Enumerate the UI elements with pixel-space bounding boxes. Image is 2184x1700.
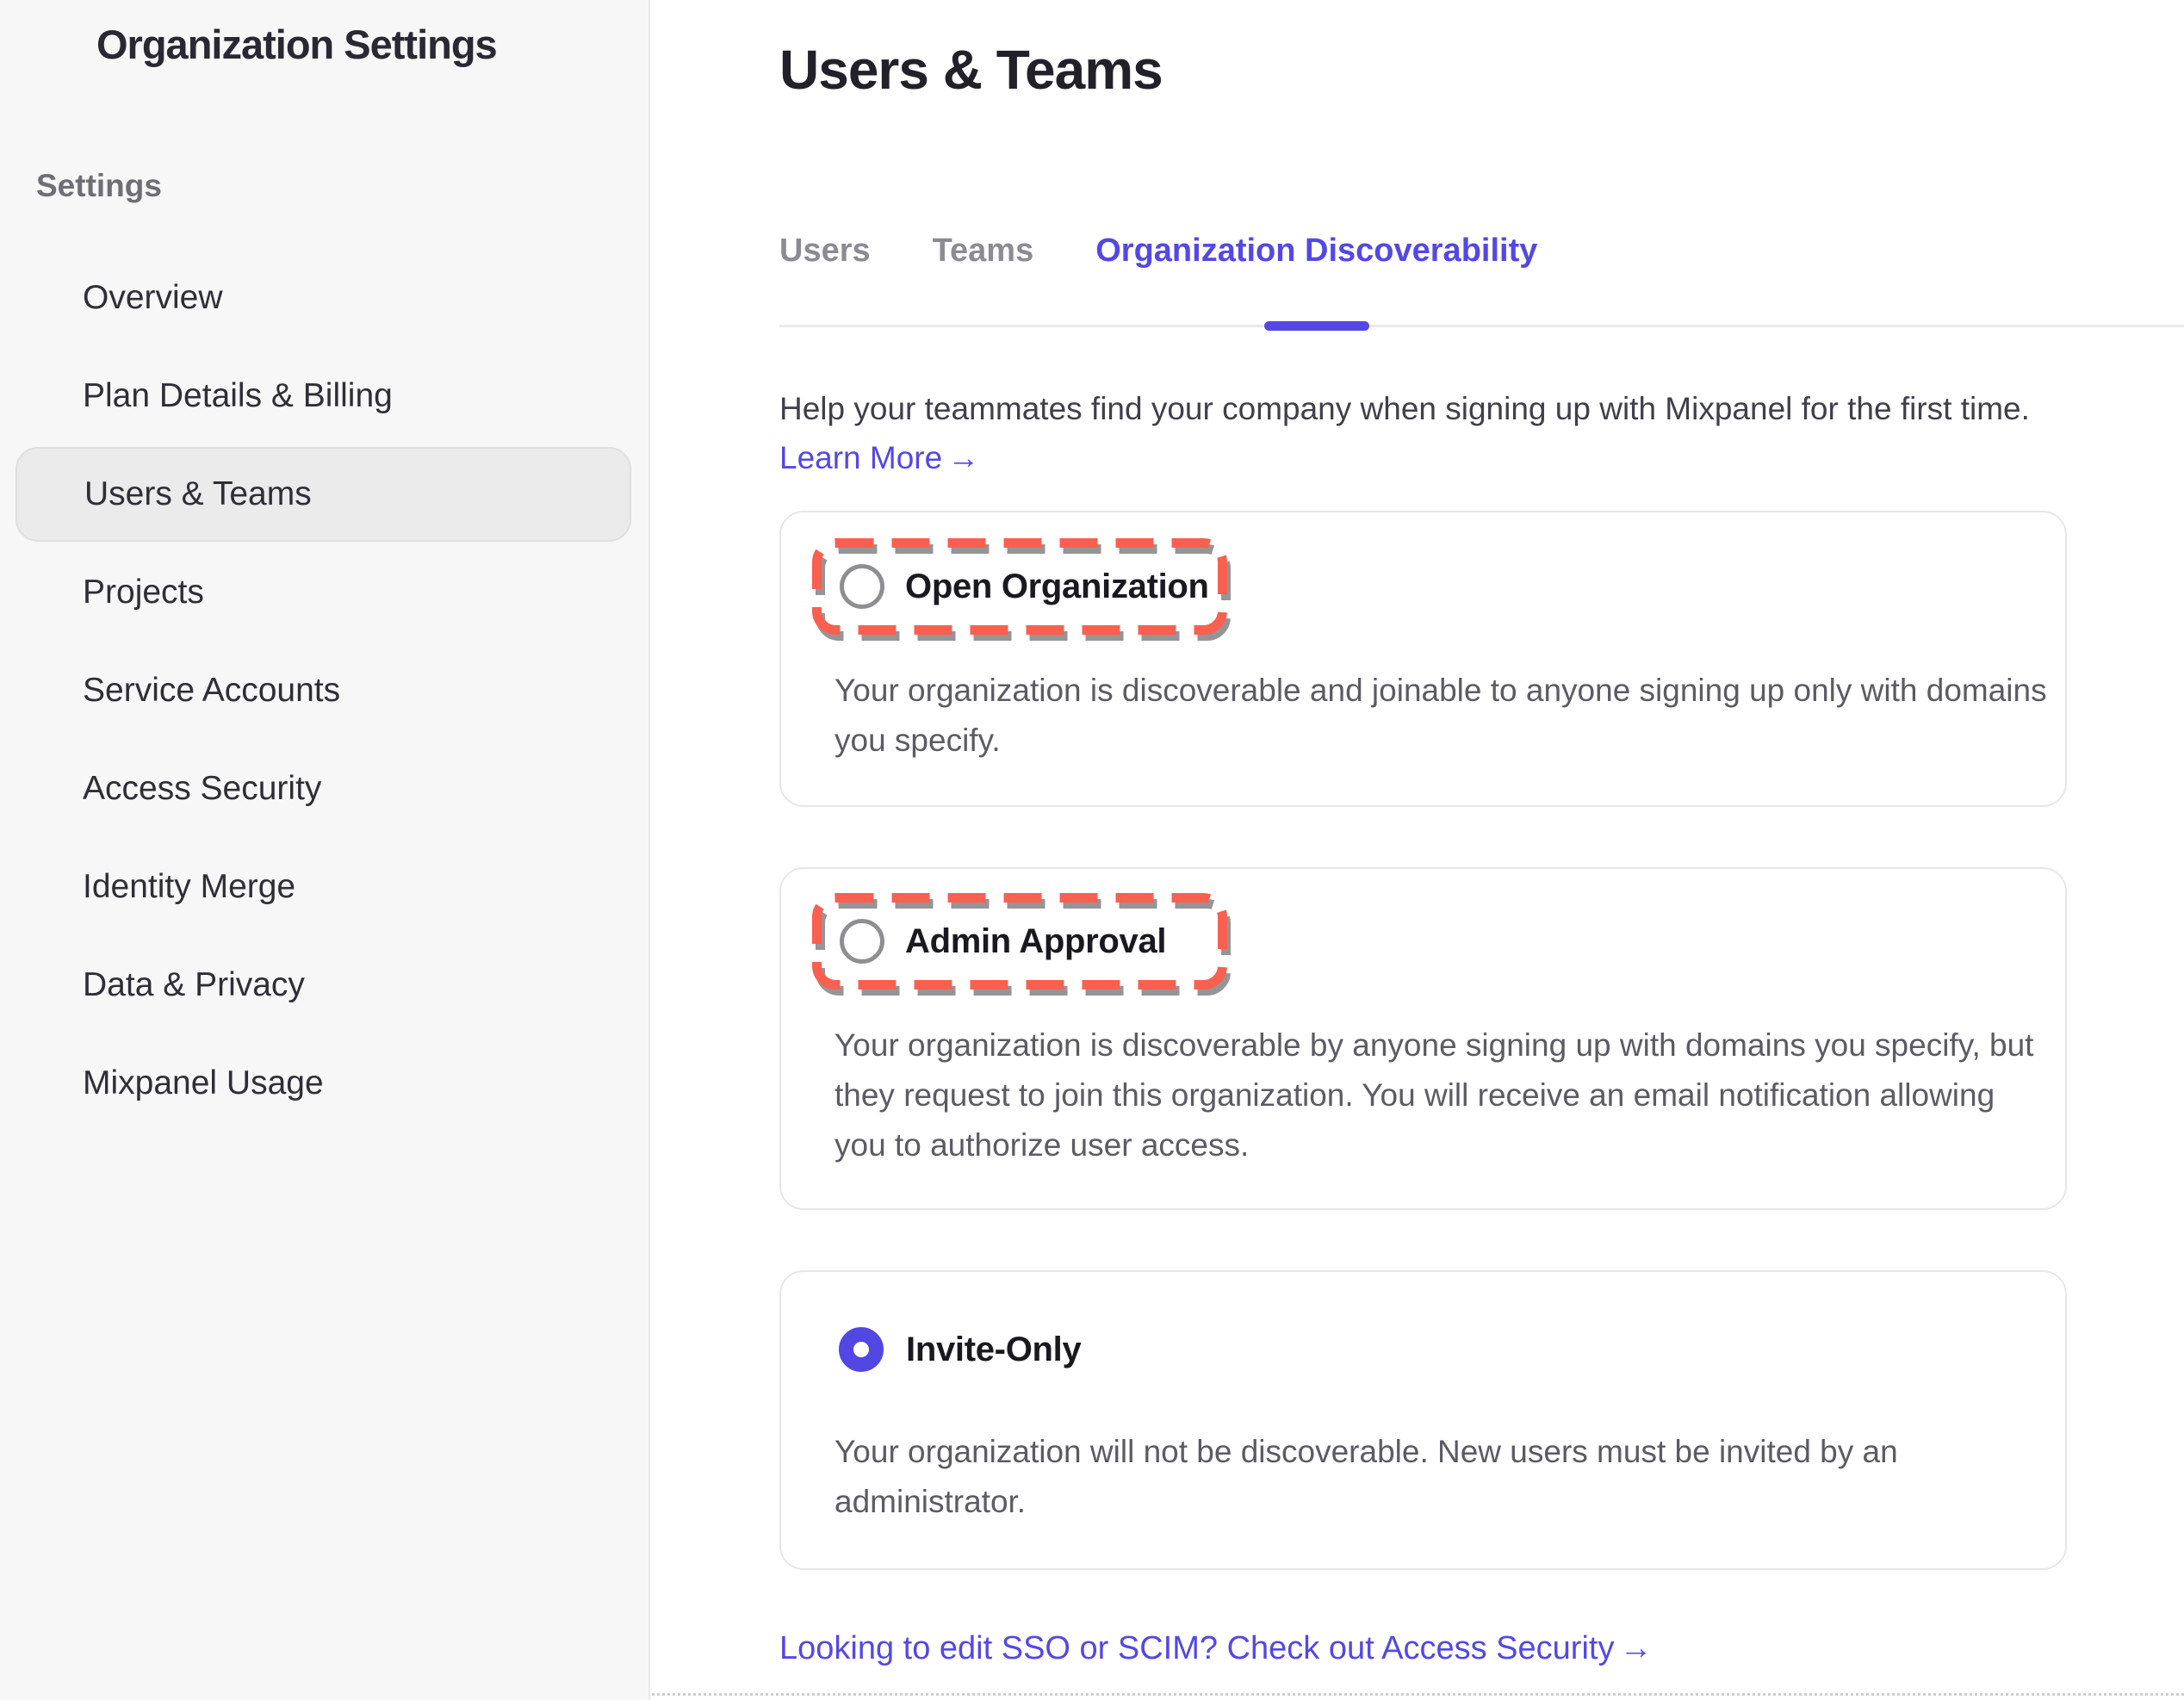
invite-only-row: Invite-Only (839, 1327, 2031, 1372)
sidebar-item-overview[interactable]: Overview (0, 249, 648, 347)
sidebar-nav: Overview Plan Details & Billing Users & … (0, 249, 648, 1132)
sidebar-item-label: Access Security (83, 770, 321, 808)
access-security-label: Looking to edit SSO or SCIM? Check out A… (779, 1630, 1614, 1666)
radio-admin-approval[interactable] (840, 919, 884, 964)
sidebar-item-label: Projects (83, 574, 204, 611)
sidebar-item-users-teams[interactable]: Users & Teams (16, 447, 631, 542)
option-description: Your organization is discoverable and jo… (835, 666, 2051, 766)
sidebar-item-label: Data & Privacy (83, 966, 305, 1004)
annotation-admin-approval: Admin Approval (812, 893, 1227, 990)
tab-users[interactable]: Users (779, 233, 871, 325)
access-security-link[interactable]: Looking to edit SSO or SCIM? Check out A… (779, 1630, 1652, 1667)
sidebar-item-service-accounts[interactable]: Service Accounts (0, 642, 648, 740)
sidebar-item-identity-merge[interactable]: Identity Merge (0, 838, 648, 936)
option-card-invite-only: Invite-Only Your organization will not b… (779, 1270, 2067, 1570)
sidebar-item-projects[interactable]: Projects (0, 543, 648, 642)
option-label: Invite-Only (906, 1331, 1081, 1369)
users-teams-content: Users & Teams Users Teams Organization D… (650, 0, 2184, 1700)
tab-teams[interactable]: Teams (933, 233, 1034, 325)
organization-settings-page: Organization Settings Settings Overview … (0, 0, 2184, 1700)
option-description: Your organization will not be discoverab… (835, 1427, 2051, 1527)
radio-invite-only[interactable] (839, 1327, 884, 1372)
tab-bar: Users Teams Organization Discoverability (779, 233, 2184, 327)
sidebar-item-label: Mixpanel Usage (83, 1064, 324, 1102)
sidebar-item-label: Identity Merge (83, 868, 295, 906)
tab-label: Users (779, 233, 871, 269)
sidebar-item-access-security[interactable]: Access Security (0, 740, 648, 838)
sidebar-item-label: Service Accounts (83, 672, 340, 710)
learn-more-label: Learn More (779, 440, 942, 475)
sidebar-item-label: Plan Details & Billing (83, 377, 393, 415)
arrow-right-icon: → (1619, 1630, 1652, 1666)
annotation-open-organization: Open Organization (812, 538, 1227, 635)
arrow-right-icon: → (947, 440, 979, 475)
tab-organization-discoverability[interactable]: Organization Discoverability (1095, 233, 1537, 325)
sidebar-title: Organization Settings (96, 21, 648, 68)
sidebar-item-mixpanel-usage[interactable]: Mixpanel Usage (0, 1034, 648, 1132)
page-title: Users & Teams (779, 36, 2184, 103)
sidebar-item-label: Overview (83, 279, 223, 317)
settings-sidebar: Organization Settings Settings Overview … (0, 0, 650, 1700)
active-tab-indicator (1264, 321, 1369, 331)
tab-label: Teams (933, 233, 1034, 269)
option-description: Your organization is discoverable by any… (835, 1021, 2051, 1170)
discoverability-intro-text: Help your teammates find your company wh… (779, 384, 2071, 433)
tab-label: Organization Discoverability (1095, 233, 1537, 269)
next-section-top-border (652, 1693, 2184, 1696)
sidebar-item-plan-details-billing[interactable]: Plan Details & Billing (0, 347, 648, 445)
option-label: Open Organization (905, 568, 1209, 606)
option-label: Admin Approval (905, 922, 1166, 961)
sidebar-item-label: Users & Teams (84, 475, 312, 513)
radio-open-organization[interactable] (840, 564, 884, 609)
learn-more-link[interactable]: Learn More→ (779, 440, 979, 476)
sidebar-item-data-privacy[interactable]: Data & Privacy (0, 936, 648, 1034)
option-card-admin-approval: Admin Approval Your organization is disc… (779, 867, 2067, 1210)
option-card-open-organization: Open Organization Your organization is d… (779, 511, 2067, 807)
sidebar-section-label: Settings (36, 168, 648, 204)
